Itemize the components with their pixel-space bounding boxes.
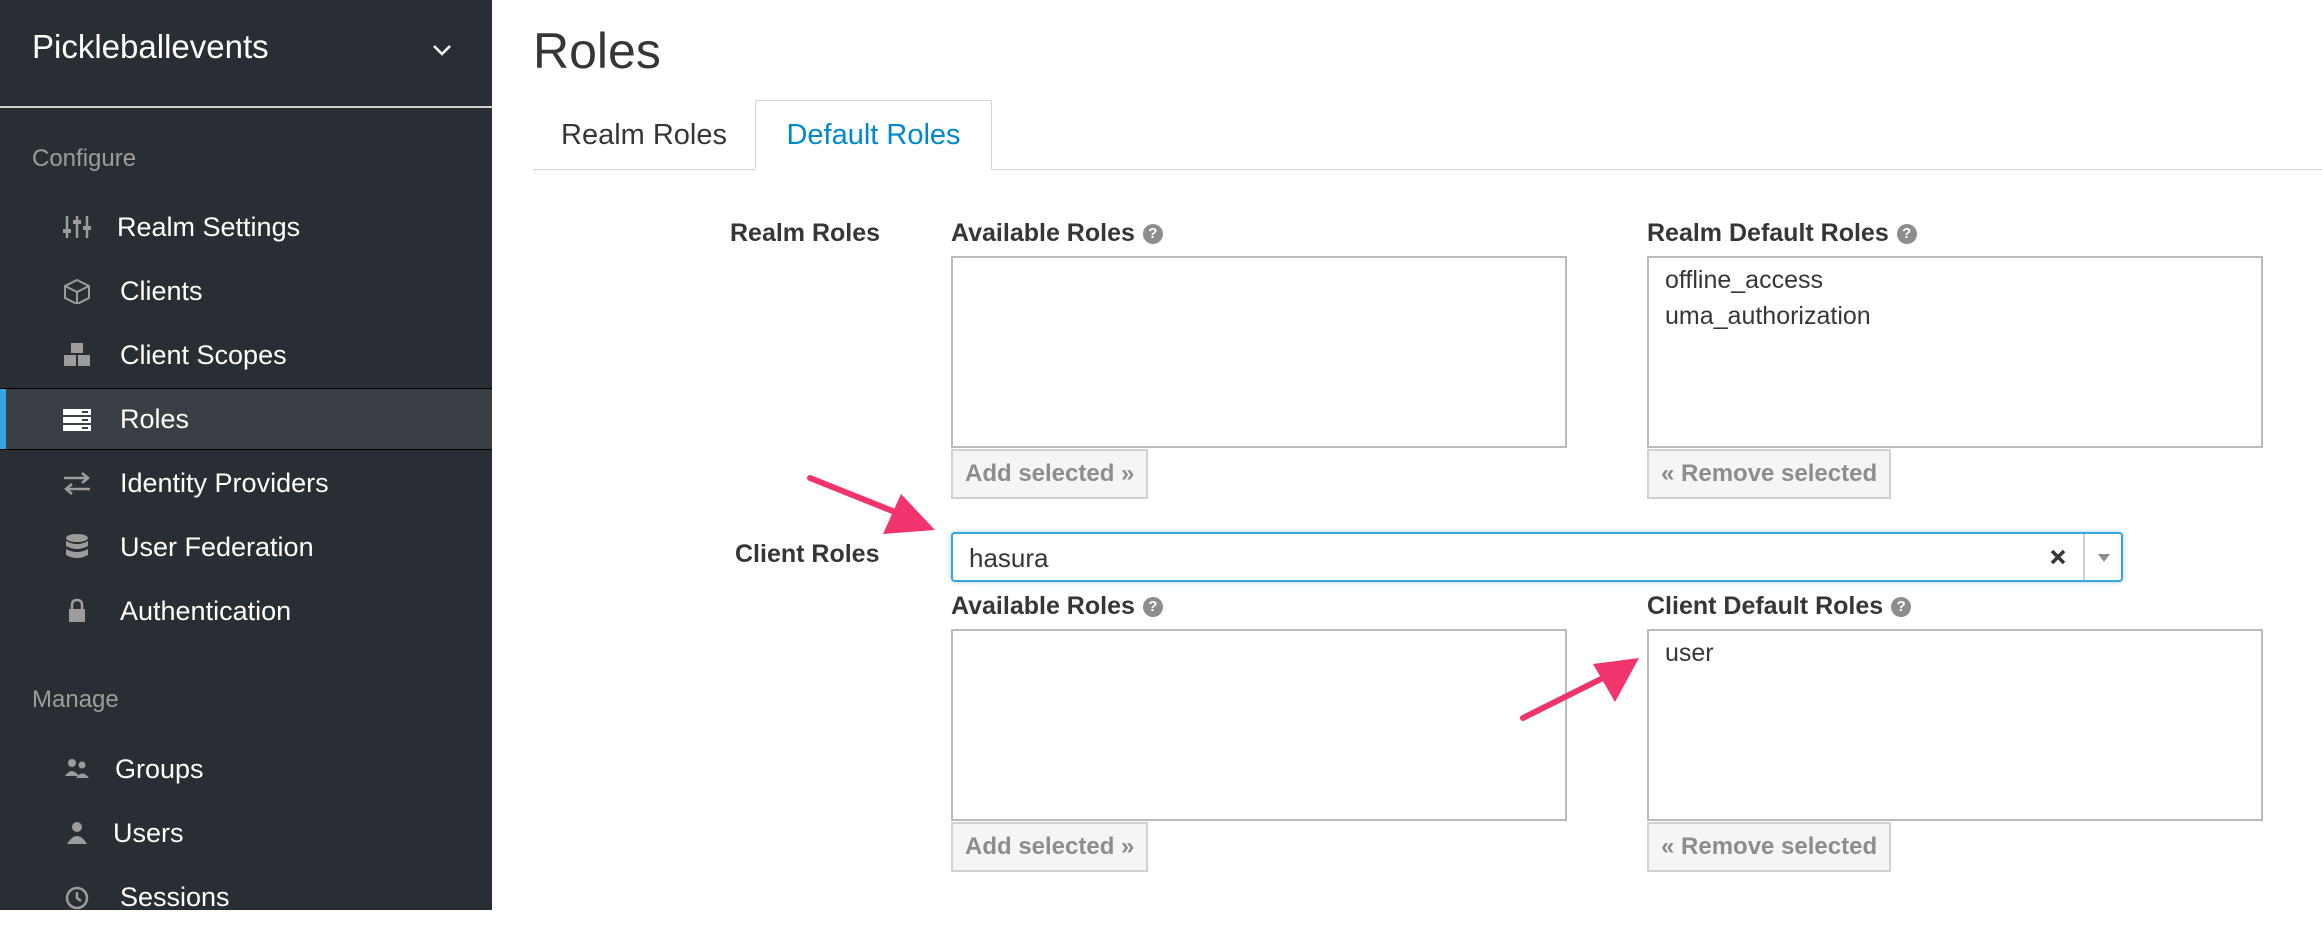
client-remove-selected-button[interactable]: « Remove selected xyxy=(1647,822,1892,872)
help-icon[interactable]: ? xyxy=(1896,223,1917,244)
close-icon[interactable] xyxy=(2049,548,2067,566)
annotation-arrow-icon xyxy=(807,475,935,534)
users-group-icon xyxy=(65,759,89,778)
help-icon[interactable]: ? xyxy=(1142,596,1163,617)
sidebar-item-label: Sessions xyxy=(120,881,230,912)
client-available-roles-listbox[interactable] xyxy=(951,629,1567,821)
realm-remove-selected-button[interactable]: « Remove selected xyxy=(1647,449,1892,499)
sidebar-item-label: Client Scopes xyxy=(120,339,287,370)
annotation-arrow-icon xyxy=(1520,658,1639,721)
sidebar-item-label: Roles xyxy=(120,403,190,434)
sidebar-item-label: Users xyxy=(113,817,184,848)
tab-realm-roles[interactable]: Realm Roles xyxy=(533,100,755,170)
sidebar-item-label: Clients xyxy=(120,275,203,306)
realm-default-roles-listbox[interactable]: offline_access uma_authorization xyxy=(1647,256,2263,448)
sidebar-item-label: Realm Settings xyxy=(117,211,301,242)
tab-default-roles[interactable]: Default Roles xyxy=(755,100,992,170)
user-icon xyxy=(67,822,87,844)
sidebar: Pickleballevents Configure Realm Setting… xyxy=(0,0,492,912)
sidebar-item-user-federation[interactable]: User Federation xyxy=(0,516,492,578)
realm-available-roles-label-text: Available Roles xyxy=(951,219,1135,247)
listbox-option[interactable]: user xyxy=(1665,639,1714,668)
sidebar-item-label: Groups xyxy=(115,753,204,784)
client-default-roles-listbox[interactable]: user xyxy=(1647,629,2263,821)
client-add-selected-button[interactable]: Add selected » xyxy=(951,822,1149,872)
sidebar-item-client-scopes[interactable]: Client Scopes xyxy=(0,324,492,386)
client-available-roles-label-text: Available Roles xyxy=(951,592,1135,620)
configure-section-label: Configure xyxy=(32,145,137,172)
help-icon[interactable]: ? xyxy=(1891,596,1912,617)
client-select-value: hasura xyxy=(969,543,1049,573)
realm-roles-row-label: Realm Roles xyxy=(730,219,881,247)
realm-default-roles-label-text: Realm Default Roles xyxy=(1647,219,1889,247)
realm-available-roles-label: Available Roles ? xyxy=(951,219,1163,248)
client-available-roles-label: Available Roles ? xyxy=(951,592,1163,621)
sidebar-item-roles[interactable]: Roles xyxy=(0,388,492,450)
page-title: Roles xyxy=(533,23,661,79)
sidebar-item-sessions[interactable]: Sessions xyxy=(0,866,492,928)
cube-icon xyxy=(64,278,90,304)
sidebar-item-label: User Federation xyxy=(120,531,314,562)
chevron-down-icon xyxy=(433,45,451,56)
listbox-option[interactable]: uma_authorization xyxy=(1665,302,1871,331)
sidebar-item-clients[interactable]: Clients xyxy=(0,260,492,322)
client-select[interactable]: hasura xyxy=(951,532,2123,582)
lock-icon xyxy=(69,598,85,622)
roles-list-icon xyxy=(63,409,91,431)
realm-name: Pickleballevents xyxy=(32,28,269,65)
exchange-icon xyxy=(64,472,90,495)
sliders-icon xyxy=(63,216,91,238)
client-roles-row-label: Client Roles xyxy=(735,540,880,568)
chevron-down-icon[interactable] xyxy=(2095,552,2113,564)
client-default-roles-label-text: Client Default Roles xyxy=(1647,592,1884,620)
select-divider xyxy=(2083,534,2085,580)
sidebar-item-users[interactable]: Users xyxy=(0,802,492,864)
help-icon[interactable]: ? xyxy=(1142,223,1163,244)
database-icon xyxy=(66,534,88,558)
client-default-roles-label: Client Default Roles ? xyxy=(1647,592,1912,621)
listbox-option[interactable]: offline_access xyxy=(1665,266,1823,295)
realm-default-roles-label: Realm Default Roles ? xyxy=(1647,219,1917,248)
realm-selector[interactable]: Pickleballevents xyxy=(0,0,492,108)
sidebar-item-label: Authentication xyxy=(120,595,292,626)
clock-icon xyxy=(65,886,89,910)
realm-available-roles-listbox[interactable] xyxy=(951,256,1567,448)
sidebar-item-groups[interactable]: Groups xyxy=(0,738,492,800)
sidebar-item-label: Identity Providers xyxy=(120,467,329,498)
sidebar-item-authentication[interactable]: Authentication xyxy=(0,580,492,642)
sidebar-item-identity-providers[interactable]: Identity Providers xyxy=(0,452,492,514)
cubes-icon xyxy=(64,343,90,366)
sidebar-item-realm-settings[interactable]: Realm Settings xyxy=(0,196,492,258)
manage-section-label: Manage xyxy=(32,686,119,713)
realm-add-selected-button[interactable]: Add selected » xyxy=(951,449,1149,499)
